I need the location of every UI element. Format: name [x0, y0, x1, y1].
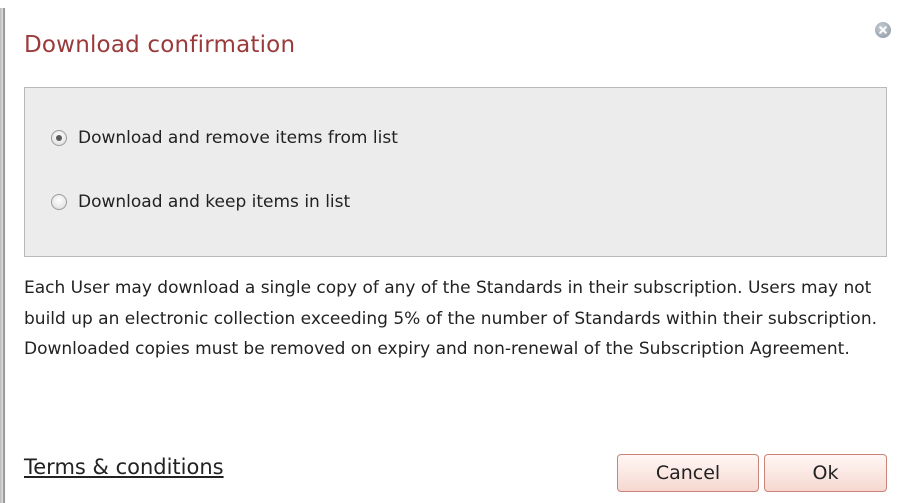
radio-download-remove[interactable]	[51, 130, 67, 146]
cancel-button[interactable]: Cancel	[617, 454, 759, 492]
download-policy-text: Each User may download a single copy of …	[24, 278, 878, 359]
option-download-remove-label: Download and remove items from list	[78, 128, 398, 148]
option-download-keep[interactable]: Download and keep items in list	[51, 192, 350, 212]
radio-download-keep[interactable]	[51, 194, 67, 210]
terms-conditions-link[interactable]: Terms & conditions	[24, 455, 224, 479]
option-download-keep-label: Download and keep items in list	[78, 192, 351, 212]
dialog-left-border-line	[3, 8, 5, 503]
close-icon[interactable]	[875, 22, 891, 38]
ok-button[interactable]: Ok	[764, 454, 887, 492]
download-options-panel: Download and remove items from list Down…	[24, 87, 887, 257]
option-download-remove[interactable]: Download and remove items from list	[51, 128, 398, 148]
download-confirmation-dialog: Download confirmation Download and remov…	[0, 0, 908, 503]
dialog-title: Download confirmation	[24, 32, 296, 58]
